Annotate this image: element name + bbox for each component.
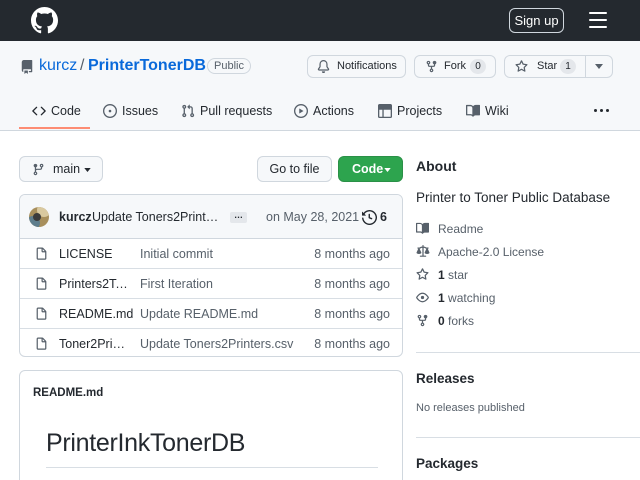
- file-commit-message[interactable]: Initial commit: [140, 247, 213, 261]
- github-logo-icon[interactable]: [31, 7, 58, 34]
- bell-icon: [317, 60, 330, 73]
- menu-icon[interactable]: [589, 12, 607, 28]
- star-icon: [515, 60, 528, 72]
- file-icon: [36, 247, 47, 260]
- stars-label: star: [448, 268, 469, 282]
- fork-button[interactable]: Fork 0: [414, 55, 496, 78]
- watching-count: 1: [438, 291, 445, 305]
- sidebar-divider: [416, 437, 640, 438]
- tab-actions-label: Actions: [313, 104, 354, 118]
- file-row[interactable]: README.md Update README.md 8 months ago: [20, 299, 402, 329]
- commit-date: on May 28, 2021: [266, 210, 360, 224]
- about-description: Printer to Toner Public Database: [416, 190, 611, 205]
- book-icon: [466, 104, 480, 117]
- branch-select-button[interactable]: main: [19, 156, 103, 182]
- file-commit-message[interactable]: First Iteration: [140, 277, 213, 291]
- fork-label: Fork: [444, 60, 466, 72]
- star-icon: [416, 268, 429, 280]
- file-name[interactable]: Toner2Printers.csv: [59, 337, 127, 351]
- play-icon: [294, 104, 308, 118]
- issue-icon: [103, 104, 117, 118]
- star-count: 1: [560, 59, 576, 74]
- top-bar: Sign up: [0, 0, 640, 41]
- avatar[interactable]: [29, 207, 49, 227]
- tab-code-label: Code: [51, 104, 81, 118]
- file-icon: [36, 277, 47, 290]
- file-commit-date: 8 months ago: [314, 277, 390, 291]
- breadcrumb-separator: /: [80, 57, 85, 74]
- readme-heading: PrinterInkTonerDB: [46, 429, 246, 457]
- commit-count[interactable]: 6: [380, 210, 387, 224]
- file-name[interactable]: Printers2Toners.csv: [59, 277, 131, 291]
- tab-wiki-label: Wiki: [485, 104, 509, 118]
- readme-panel: README.md PrinterInkTonerDB: [19, 370, 403, 480]
- tab-issues-label: Issues: [122, 104, 159, 118]
- commit-message[interactable]: Update Toners2Printers.csv: [92, 210, 225, 224]
- star-label: Star: [537, 60, 558, 72]
- repo-name-link[interactable]: PrinterTonerDB: [88, 57, 206, 75]
- file-row[interactable]: Printers2Toners.csv First Iteration 8 mo…: [20, 269, 402, 299]
- fork-icon: [426, 60, 437, 73]
- readme-divider: [46, 467, 378, 468]
- repo-owner-link[interactable]: kurcz: [39, 57, 77, 75]
- notifications-button[interactable]: Notifications: [307, 55, 406, 78]
- about-title: About: [416, 158, 457, 174]
- file-name[interactable]: README.md: [59, 307, 139, 321]
- star-divider: [585, 55, 586, 78]
- license-label: Apache-2.0 License: [438, 245, 545, 259]
- fork-icon: [417, 314, 428, 327]
- star-button[interactable]: Star 1: [504, 55, 613, 78]
- tab-projects-label: Projects: [397, 104, 443, 118]
- file-browser: kurcz Update Toners2Printers.csv … on Ma…: [19, 194, 403, 357]
- caret-down-icon: [84, 168, 91, 172]
- file-commit-message[interactable]: Update Toners2Printers.csv: [140, 337, 293, 351]
- go-to-file-button[interactable]: Go to file: [257, 156, 332, 182]
- visibility-badge: Public: [207, 58, 251, 74]
- file-icon: [36, 307, 47, 320]
- file-commit-date: 8 months ago: [314, 247, 390, 261]
- expand-commit-button[interactable]: …: [230, 211, 247, 223]
- stars-count: 1: [438, 268, 445, 282]
- packages-title[interactable]: Packages: [416, 456, 478, 471]
- more-options-icon[interactable]: [594, 109, 610, 113]
- sidebar-divider: [416, 352, 640, 353]
- repo-icon: [21, 60, 33, 74]
- file-row[interactable]: LICENSE Initial commit 8 months ago: [20, 239, 402, 269]
- law-icon: [416, 245, 430, 257]
- file-row[interactable]: Toner2Printers.csv Update Toners2Printer…: [20, 329, 402, 356]
- readme-header[interactable]: README.md: [33, 387, 103, 399]
- file-name[interactable]: LICENSE: [59, 247, 131, 261]
- releases-empty-text: No releases published: [416, 402, 525, 414]
- releases-title[interactable]: Releases: [416, 371, 475, 386]
- latest-commit-row: kurcz Update Toners2Printers.csv … on Ma…: [20, 195, 402, 239]
- caret-down-icon: [384, 168, 391, 172]
- forks-count: 0: [438, 314, 445, 328]
- fork-count: 0: [470, 59, 486, 74]
- tab-pull-requests-label: Pull requests: [200, 104, 273, 118]
- eye-icon: [416, 292, 429, 303]
- branch-icon: [33, 163, 44, 176]
- caret-down-icon[interactable]: [595, 64, 603, 69]
- active-tab-indicator: [19, 127, 90, 129]
- branch-name: main: [53, 162, 81, 176]
- table-icon: [378, 104, 392, 118]
- readme-label: Readme: [438, 222, 484, 236]
- forks-label: forks: [448, 314, 475, 328]
- code-icon: [32, 106, 46, 116]
- commit-author[interactable]: kurcz: [59, 210, 92, 224]
- notifications-label: Notifications: [337, 60, 397, 72]
- book-icon: [416, 222, 429, 234]
- code-button[interactable]: Code: [338, 156, 403, 182]
- sign-up-button[interactable]: Sign up: [509, 8, 564, 33]
- file-icon: [36, 337, 47, 350]
- code-button-label: Code: [352, 162, 384, 176]
- pull-request-icon: [182, 104, 195, 118]
- file-commit-date: 8 months ago: [314, 307, 390, 321]
- watching-label: watching: [448, 291, 496, 305]
- history-icon[interactable]: [362, 210, 377, 225]
- file-commit-message[interactable]: Update README.md: [140, 307, 258, 321]
- file-commit-date: 8 months ago: [314, 337, 390, 351]
